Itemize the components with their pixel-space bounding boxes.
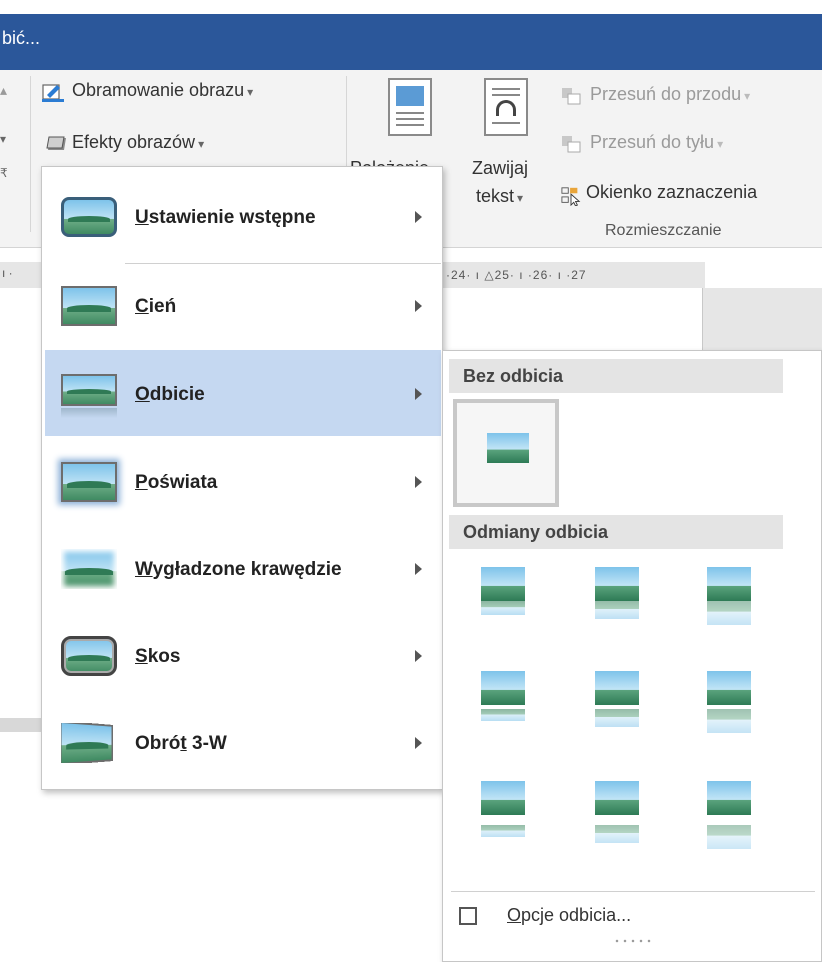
selection-pane-label: Okienko zaznaczenia [586, 182, 758, 202]
menu-item-glow[interactable]: Poświata [45, 438, 441, 524]
preset-icon [61, 197, 117, 237]
bring-forward-label: Przesuń do przodu ▾ [590, 84, 751, 104]
title-bar-background [0, 14, 822, 70]
arrange-group-label: Rozmieszczanie [605, 222, 722, 239]
reflection-variations-heading: Odmiany odbicia [449, 515, 783, 549]
reflection-shadow [707, 709, 751, 733]
no-reflection-preview [487, 433, 529, 463]
3d-rotation-icon [61, 723, 117, 763]
reflection-icon [61, 374, 117, 420]
menu-item-label: Wygładzone krawędzie [135, 559, 342, 580]
menu-item-bevel[interactable]: Skos [45, 612, 441, 698]
reflection-variation-half-touching[interactable] [589, 567, 645, 649]
submenu-divider [451, 891, 815, 892]
reflection-variation-full-8pt[interactable] [701, 781, 757, 863]
reflection-shadow [481, 709, 525, 721]
clipped-caret-2[interactable]: ▾ [0, 132, 6, 146]
ribbon-separator [30, 76, 31, 232]
reflection-preview [707, 781, 751, 815]
reflection-preview [481, 781, 525, 815]
wrap-text-button[interactable]: Zawijaj tekst ▾ [472, 74, 552, 224]
reflection-preview [595, 671, 639, 705]
reflection-shadow [481, 825, 525, 837]
menu-item-soft-edges[interactable]: Wygładzone krawędzie [45, 525, 441, 611]
menu-item-label: Odbicie [135, 384, 205, 405]
reflection-preview [707, 567, 751, 601]
reflection-variation-tight-4pt[interactable] [475, 671, 531, 753]
window-title: bić... [2, 28, 41, 48]
menu-item-label: Cień [135, 296, 177, 317]
reflection-shadow [707, 601, 751, 625]
send-backward-label: Przesuń do tyłu ▾ [590, 132, 724, 152]
document-margin-strip [0, 718, 42, 732]
clipped-caret-3[interactable]: ₹ [0, 166, 8, 180]
reflection-shadow [707, 825, 751, 849]
title-bar: bić... [0, 0, 822, 80]
ruler-ticks: ·24· ı △25· ı ·26· ı ·27 [446, 268, 587, 282]
glow-icon [61, 462, 117, 502]
no-reflection-option[interactable] [453, 399, 559, 507]
reflection-options-icon [459, 907, 477, 925]
reflection-variation-half-8pt[interactable] [589, 781, 645, 863]
reflection-variation-tight-8pt[interactable] [475, 781, 531, 863]
wrap-text-label-line1: Zawijaj [472, 158, 529, 178]
bring-forward-icon [562, 88, 581, 105]
ruler-left-mark: ı · [2, 266, 13, 280]
submenu-arrow-icon [415, 300, 422, 312]
menu-item-label: Skos [135, 646, 181, 667]
position-icon [388, 78, 432, 136]
reflection-variation-half-4pt[interactable] [589, 671, 645, 753]
submenu-arrow-icon [415, 476, 422, 488]
picture-border-label: Obramowanie obrazu ▾ [72, 80, 254, 100]
submenu-arrow-icon [415, 737, 422, 749]
bevel-icon [61, 636, 117, 676]
no-reflection-heading: Bez odbicia [449, 359, 783, 393]
picture-border-icon [42, 84, 64, 102]
reflection-shadow [595, 601, 639, 619]
reflection-variation-tight-touching[interactable] [475, 567, 531, 649]
submenu-arrow-icon [415, 211, 422, 223]
menu-item-reflection[interactable]: Odbicie [45, 350, 441, 436]
menu-item-shadow[interactable]: Cień [45, 262, 441, 348]
reflection-preview [707, 671, 751, 705]
clipped-caret-1: ▴ [0, 82, 8, 98]
reflection-shadow [595, 825, 639, 843]
picture-effects-menu: Ustawienie wstępne Cień Odbicie Poświata… [41, 166, 443, 790]
menu-item-label: Ustawienie wstępne [135, 207, 316, 228]
send-backward-icon [562, 136, 581, 153]
submenu-arrow-icon [415, 388, 422, 400]
reflection-variation-full-4pt[interactable] [701, 671, 757, 753]
menu-item-label: Obrót 3-W [135, 733, 227, 754]
selection-pane-icon [561, 187, 581, 206]
reflection-variation-full-touching[interactable] [701, 567, 757, 649]
menu-item-label: Poświata [135, 472, 218, 493]
wrap-text-label-line2: tekst ▾ [476, 186, 524, 206]
reflection-options-link[interactable]: Opcje odbicia... [507, 905, 631, 926]
soft-edges-icon [61, 549, 117, 589]
reflection-shadow [481, 601, 525, 615]
reflection-shadow [595, 709, 639, 727]
picture-effects-label: Efekty obrazów ▾ [72, 132, 205, 152]
submenu-arrow-icon [415, 563, 422, 575]
reflection-preview [481, 567, 525, 601]
reflection-preview [481, 671, 525, 705]
menu-item-3d-rotation[interactable]: Obrót 3-W [45, 699, 441, 785]
resize-grip-icon[interactable] [613, 939, 653, 943]
submenu-arrow-icon [415, 650, 422, 662]
menu-item-preset[interactable]: Ustawienie wstępne [45, 173, 441, 264]
reflection-preview [595, 781, 639, 815]
reflection-submenu: Bez odbicia Odmiany odbicia Opcje odbici… [442, 350, 822, 962]
wrap-text-icon [484, 78, 528, 136]
shadow-icon [61, 286, 117, 326]
picture-effects-icon [46, 136, 66, 150]
reflection-preview [595, 567, 639, 601]
